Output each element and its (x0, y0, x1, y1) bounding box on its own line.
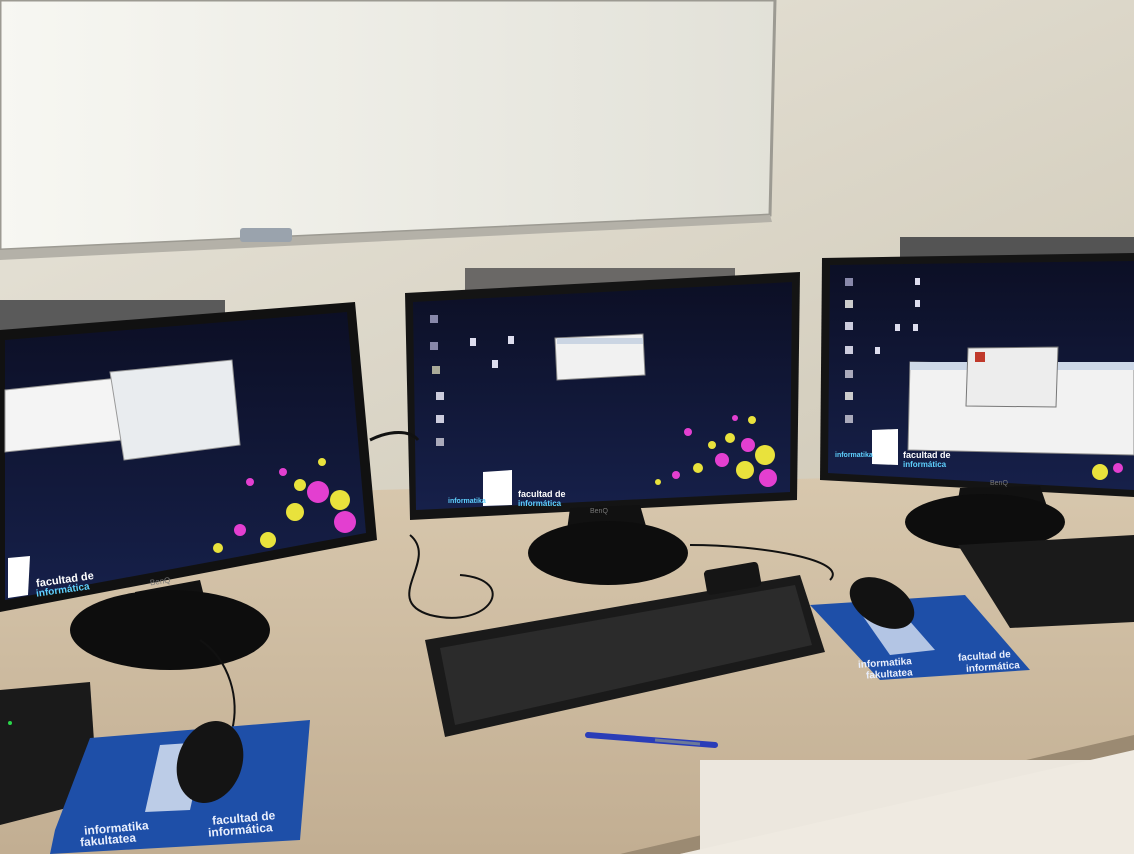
right-logo-line1: facultad de (903, 450, 951, 460)
scene-drawing (0, 0, 1134, 854)
center-logo-prefix: informatika (448, 498, 486, 505)
right-logo-line2: informática (903, 460, 947, 469)
center-monitor-brand: BenQ (590, 508, 608, 515)
right-monitor-brand: BenQ (990, 480, 1008, 487)
photo-scene: facultad de informática BenQ informatika… (0, 0, 1134, 854)
whiteboard (0, 0, 777, 252)
eraser (240, 228, 292, 242)
center-logo-line2: informática (518, 499, 562, 508)
center-logo-line1: facultad de (518, 489, 566, 499)
right-logo-prefix: informatika (835, 452, 873, 459)
